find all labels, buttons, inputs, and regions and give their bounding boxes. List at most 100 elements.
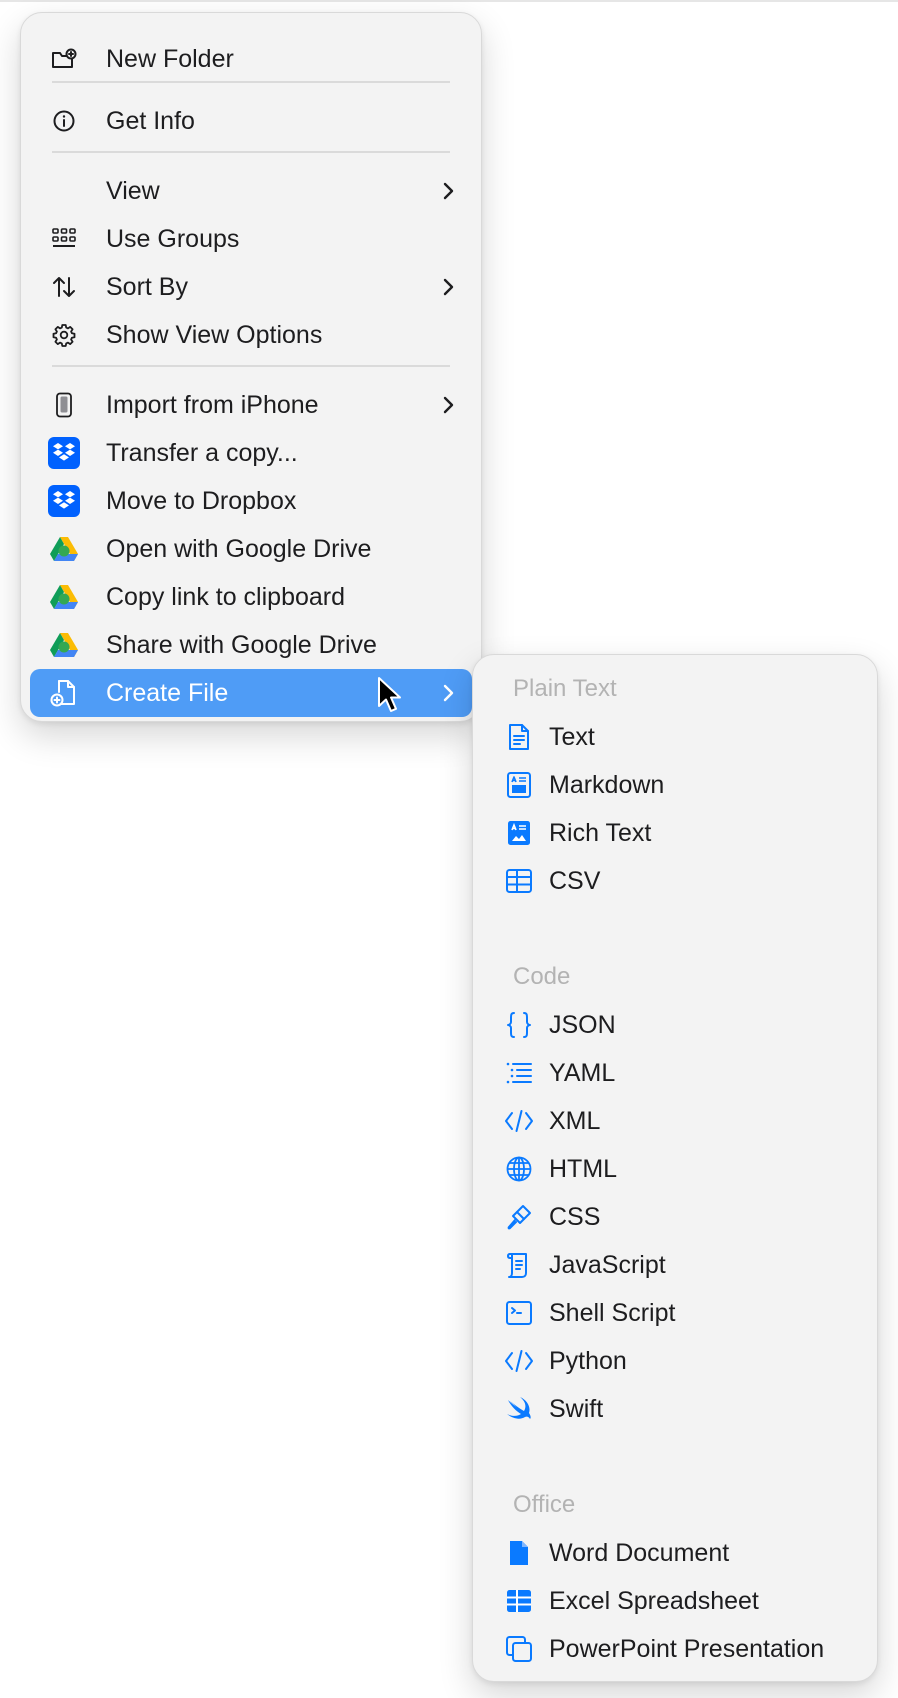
info-circle-icon	[48, 105, 80, 137]
submenu-item-csv[interactable]: CSV	[481, 857, 871, 905]
submenu-item-label: Excel Spreadsheet	[549, 1586, 759, 1615]
doc-richtext-icon	[503, 769, 535, 801]
submenu-item-css[interactable]: CSS	[481, 1193, 871, 1241]
curly-braces-icon	[503, 1009, 535, 1041]
submenu-item-markdown[interactable]: Markdown	[481, 761, 871, 809]
submenu-item-label: Word Document	[549, 1538, 730, 1567]
menu-item-open-with-google-drive[interactable]: Open with Google Drive	[30, 525, 472, 573]
menu-item-get-info[interactable]: Get Info	[30, 97, 472, 145]
menu-item-label: Get Info	[106, 106, 195, 135]
menu-item-new-folder[interactable]: New Folder	[30, 35, 472, 83]
menu-item-move-to-dropbox[interactable]: Move to Dropbox	[30, 477, 472, 525]
menu-item-label: Create File	[106, 678, 229, 707]
menu-item-label: Open with Google Drive	[106, 534, 372, 563]
menu-item-use-groups[interactable]: Use Groups	[30, 215, 472, 263]
doc-filled-icon	[503, 1537, 535, 1569]
menu-item-copy-link-to-clipboard[interactable]: Copy link to clipboard	[30, 573, 472, 621]
menu-item-label: Import from iPhone	[106, 390, 319, 419]
submenu-item-label: YAML	[549, 1058, 616, 1087]
chevron-right-icon	[438, 395, 458, 415]
menu-separator	[52, 365, 450, 367]
google-drive-icon	[48, 629, 80, 661]
menu-item-label: Show View Options	[106, 320, 323, 349]
submenu-item-label: CSS	[549, 1202, 601, 1231]
submenu-item-yaml[interactable]: YAML	[481, 1049, 871, 1097]
sort-arrows-icon	[48, 271, 80, 303]
submenu-item-shell-script[interactable]: Shell Script	[481, 1289, 871, 1337]
submenu-item-label: CSV	[549, 866, 601, 895]
submenu-item-word-document[interactable]: Word Document	[481, 1529, 871, 1577]
paintbrush-icon	[503, 1201, 535, 1233]
table-filled-icon	[503, 1585, 535, 1617]
doc-text-icon	[503, 721, 535, 753]
google-drive-icon	[48, 581, 80, 613]
menu-item-import-from-iphone[interactable]: Import from iPhone	[30, 381, 472, 429]
menu-separator	[52, 81, 450, 83]
submenu-item-javascript[interactable]: JavaScript	[481, 1241, 871, 1289]
google-drive-icon	[48, 533, 80, 565]
scroll-icon	[503, 1249, 535, 1281]
doc-richtext-filled-icon	[503, 817, 535, 849]
submenu-item-label: PowerPoint Presentation	[549, 1634, 825, 1663]
submenu-item-text[interactable]: Text	[481, 713, 871, 761]
menu-item-label: New Folder	[106, 44, 234, 73]
window-edge	[0, 0, 898, 2]
menu-item-create-file[interactable]: Create File	[30, 669, 472, 717]
section-header-plain-text: Plain Text	[513, 675, 617, 702]
gear-icon	[48, 319, 80, 351]
code-brackets-icon	[503, 1345, 535, 1377]
chevron-right-icon	[438, 181, 458, 201]
menu-item-transfer-a-copy[interactable]: Transfer a copy...	[30, 429, 472, 477]
submenu-item-label: Python	[549, 1346, 627, 1375]
submenu-item-label: Markdown	[549, 770, 665, 799]
file-plus-icon	[48, 677, 80, 709]
submenu-item-label: Text	[549, 722, 595, 751]
menu-item-label: Move to Dropbox	[106, 486, 297, 515]
code-brackets-icon	[503, 1105, 535, 1137]
menu-item-sort-by[interactable]: Sort By	[30, 263, 472, 311]
submenu-item-python[interactable]: Python	[481, 1337, 871, 1385]
grid-groups-icon	[48, 223, 80, 255]
submenu-item-label: HTML	[549, 1154, 618, 1183]
chevron-right-icon	[438, 683, 458, 703]
submenu-item-rich-text[interactable]: Rich Text	[481, 809, 871, 857]
submenu-item-powerpoint-presentation[interactable]: PowerPoint Presentation	[481, 1625, 871, 1673]
section-header-office: Office	[513, 1491, 576, 1518]
dropbox-icon	[48, 437, 80, 469]
menu-item-label: Share with Google Drive	[106, 630, 377, 659]
submenu-item-xml[interactable]: XML	[481, 1097, 871, 1145]
submenu-item-label: JavaScript	[549, 1250, 666, 1279]
submenu-item-html[interactable]: HTML	[481, 1145, 871, 1193]
presentation-icon	[503, 1633, 535, 1665]
menu-item-share-with-google-drive[interactable]: Share with Google Drive	[30, 621, 472, 669]
submenu-item-label: XML	[549, 1106, 601, 1135]
globe-icon	[503, 1153, 535, 1185]
context-menu: New Folder Get Info View Use Groups Sort…	[20, 12, 482, 722]
submenu-item-json[interactable]: JSON	[481, 1001, 871, 1049]
menu-item-show-view-options[interactable]: Show View Options	[30, 311, 472, 359]
submenu-item-excel-spreadsheet[interactable]: Excel Spreadsheet	[481, 1577, 871, 1625]
create-file-submenu: Plain Text Text Markdown Rich Text CSV C…	[472, 654, 878, 1682]
submenu-item-label: JSON	[549, 1010, 616, 1039]
menu-item-label: Use Groups	[106, 224, 240, 253]
menu-item-view[interactable]: View	[30, 167, 472, 215]
submenu-item-swift[interactable]: Swift	[481, 1385, 871, 1433]
menu-separator	[52, 151, 450, 153]
table-icon	[503, 865, 535, 897]
mouse-cursor-icon	[378, 677, 401, 712]
menu-item-label: Sort By	[106, 272, 188, 301]
submenu-item-label: Swift	[549, 1394, 604, 1423]
menu-item-label: View	[106, 176, 160, 205]
swift-icon	[503, 1393, 535, 1425]
terminal-icon	[503, 1297, 535, 1329]
chevron-right-icon	[438, 277, 458, 297]
folder-plus-icon	[48, 43, 80, 75]
menu-item-label: Transfer a copy...	[106, 438, 298, 467]
section-header-code: Code	[513, 963, 571, 990]
list-indent-icon	[503, 1057, 535, 1089]
submenu-item-label: Shell Script	[549, 1298, 676, 1327]
dropbox-icon	[48, 485, 80, 517]
menu-item-label: Copy link to clipboard	[106, 582, 346, 611]
iphone-icon	[48, 389, 80, 421]
submenu-item-label: Rich Text	[549, 818, 652, 847]
